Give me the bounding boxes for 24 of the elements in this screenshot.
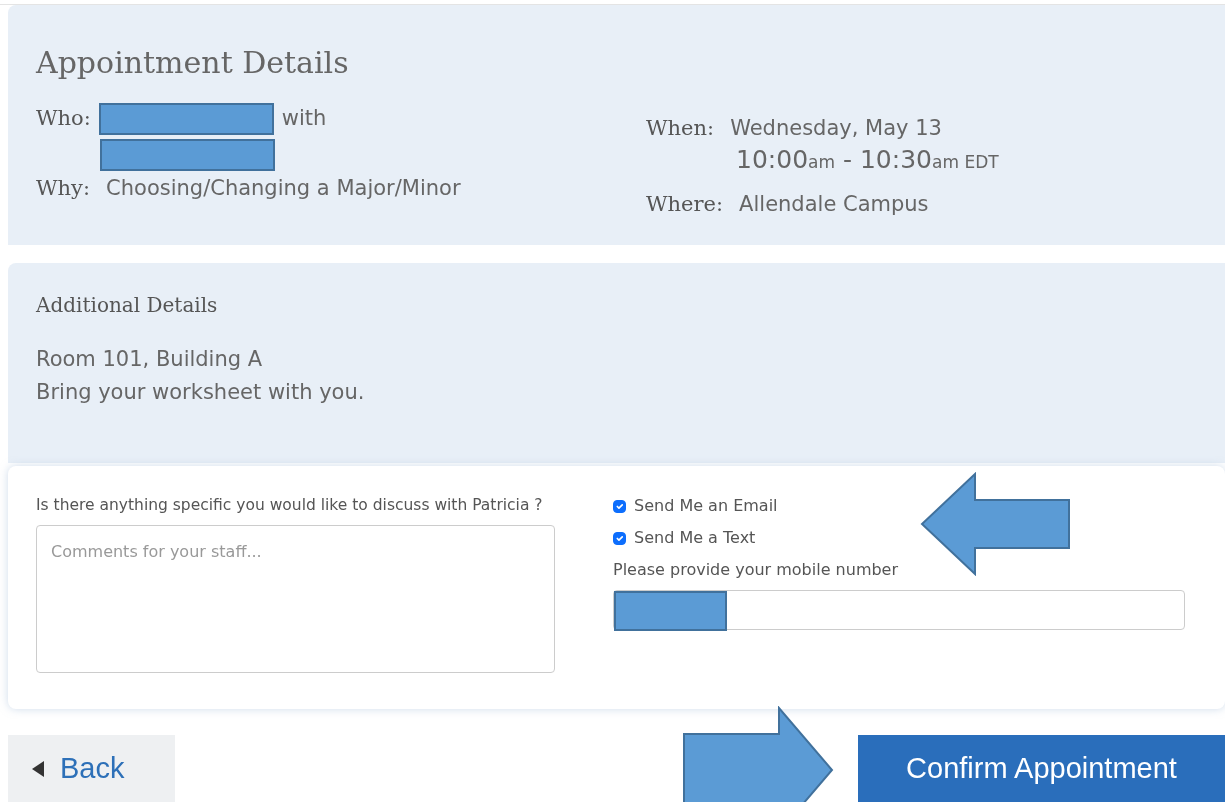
field-value: Allendale Campus (739, 190, 929, 218)
mobile-field[interactable] (613, 590, 1185, 630)
question-label: Is there anything specific you would like to discuss with Patricia ? (36, 495, 544, 516)
detail-text: Room 101, Building A (36, 346, 264, 373)
field-value: Wednesday, May 13 (730, 115, 942, 142)
checkbox-label[interactable]: Send Me a Text (634, 526, 756, 550)
back-button[interactable]: Back (8, 735, 175, 802)
confirm-button[interactable]: Confirm Appointment (858, 735, 1225, 802)
field-value: with (281, 105, 327, 133)
field-label: Where: (646, 190, 724, 218)
detail-text: Bring your worksheet with you. (36, 379, 366, 406)
appointment-time: 10:00am - 10:30am EDT (735, 144, 999, 176)
field-label: Why: (36, 175, 91, 202)
section-title: Appointment Details (36, 45, 350, 81)
checkbox-label[interactable]: Send Me an Email (634, 494, 778, 518)
field-label: Who: (36, 105, 91, 133)
comment-field[interactable]: Comments for your staff... (36, 525, 555, 674)
checkbox[interactable] (613, 499, 626, 513)
checkbox[interactable] (613, 531, 626, 545)
section-title: Additional Details (36, 293, 219, 317)
field-label: When: (646, 115, 715, 142)
field-value: Choosing/Changing a Major/Minor (106, 175, 461, 202)
caret-icon (32, 761, 44, 777)
field-label: Please provide your mobile number (613, 559, 900, 581)
